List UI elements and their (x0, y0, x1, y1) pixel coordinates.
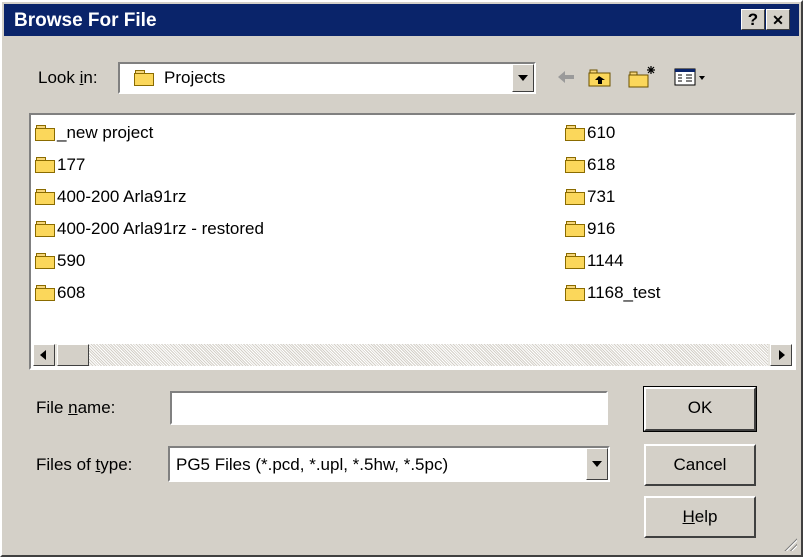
ok-button[interactable]: OK (643, 386, 757, 432)
scroll-track[interactable] (57, 344, 768, 366)
list-item[interactable]: _new project (35, 121, 153, 145)
look-in-dropdown-button[interactable] (512, 64, 534, 92)
list-item[interactable]: 916 (565, 217, 615, 241)
up-one-level-icon[interactable] (588, 65, 612, 89)
file-name-label: File name: (36, 398, 116, 417)
help-button[interactable]: Help (644, 496, 756, 538)
arrow-left-icon (40, 350, 46, 360)
file-type-combo[interactable]: PG5 Files (*.pcd, *.upl, *.5hw, *.5pc) (168, 446, 610, 482)
horizontal-scrollbar[interactable] (33, 344, 792, 366)
file-type-value: PG5 Files (*.pcd, *.upl, *.5hw, *.5pc) (176, 455, 449, 474)
folder-icon (565, 253, 585, 270)
list-item-label: 916 (587, 219, 616, 238)
folder-icon (35, 253, 55, 270)
folder-icon (35, 125, 55, 142)
folder-icon (35, 221, 55, 238)
title-bar[interactable]: Browse For File ? ✕ (4, 4, 799, 36)
list-item-label: 610 (587, 123, 616, 142)
list-item[interactable]: 618 (565, 153, 615, 177)
folder-icon (35, 189, 55, 206)
list-item-label: 400-200 Arla91rz (57, 187, 187, 206)
list-item-label: 608 (57, 283, 86, 302)
close-icon: ✕ (772, 12, 784, 28)
close-title-button[interactable]: ✕ (766, 9, 790, 30)
look-in-value: Projects (164, 68, 226, 87)
scroll-thumb[interactable] (57, 344, 89, 366)
question-mark-icon: ? (747, 10, 759, 29)
browse-for-file-dialog: Browse For File ? ✕ Look in: Projects _n… (0, 0, 803, 557)
list-item-label: 177 (57, 155, 86, 174)
folder-icon (565, 221, 585, 238)
list-item-label: _new project (57, 123, 154, 142)
list-item-label: 1144 (587, 251, 624, 270)
arrow-right-icon (779, 350, 785, 360)
list-item[interactable]: 1168_test (565, 281, 660, 305)
list-item[interactable]: 1144 (565, 249, 624, 273)
list-item-label: 618 (587, 155, 616, 174)
list-item[interactable]: 400-200 Arla91rz - restored (35, 217, 264, 241)
help-title-button[interactable]: ? (741, 9, 765, 30)
look-in-combo[interactable]: Projects (118, 62, 536, 94)
folder-icon (35, 157, 55, 174)
list-item[interactable]: 610 (565, 121, 615, 145)
chevron-down-icon (518, 75, 528, 81)
list-item-label: 400-200 Arla91rz - restored (57, 219, 264, 238)
folder-icon (565, 285, 585, 302)
folder-icon (134, 70, 154, 86)
folder-icon (565, 189, 585, 206)
scroll-left-button[interactable] (33, 344, 55, 366)
folder-icon (35, 285, 55, 302)
window-title: Browse For File (14, 10, 157, 31)
file-type-label: Files of type: (36, 455, 133, 474)
list-item[interactable]: 400-200 Arla91rz (35, 185, 186, 209)
list-item[interactable]: 590 (35, 249, 85, 273)
new-folder-icon[interactable] (628, 65, 655, 89)
file-name-input[interactable] (170, 391, 608, 425)
scroll-right-button[interactable] (770, 344, 792, 366)
folder-icon (565, 125, 585, 142)
resize-grip-icon[interactable] (783, 537, 797, 551)
list-item-label: 731 (587, 187, 616, 206)
file-list[interactable]: _new project 177 400-200 Arla91rz 400-200 A… (29, 113, 796, 370)
list-item[interactable]: 608 (35, 281, 85, 305)
list-item-label: 1168_test (587, 283, 661, 302)
folder-icon (565, 157, 585, 174)
list-item[interactable]: 177 (35, 153, 85, 177)
view-menu-icon[interactable] (674, 65, 708, 89)
look-in-label: Look in: (38, 68, 98, 87)
back-arrow-icon[interactable] (554, 65, 578, 89)
chevron-down-icon (592, 461, 602, 467)
cancel-button[interactable]: Cancel (644, 444, 756, 486)
list-item[interactable]: 731 (565, 185, 615, 209)
list-item-label: 590 (57, 251, 86, 270)
file-type-dropdown-button[interactable] (586, 448, 608, 480)
